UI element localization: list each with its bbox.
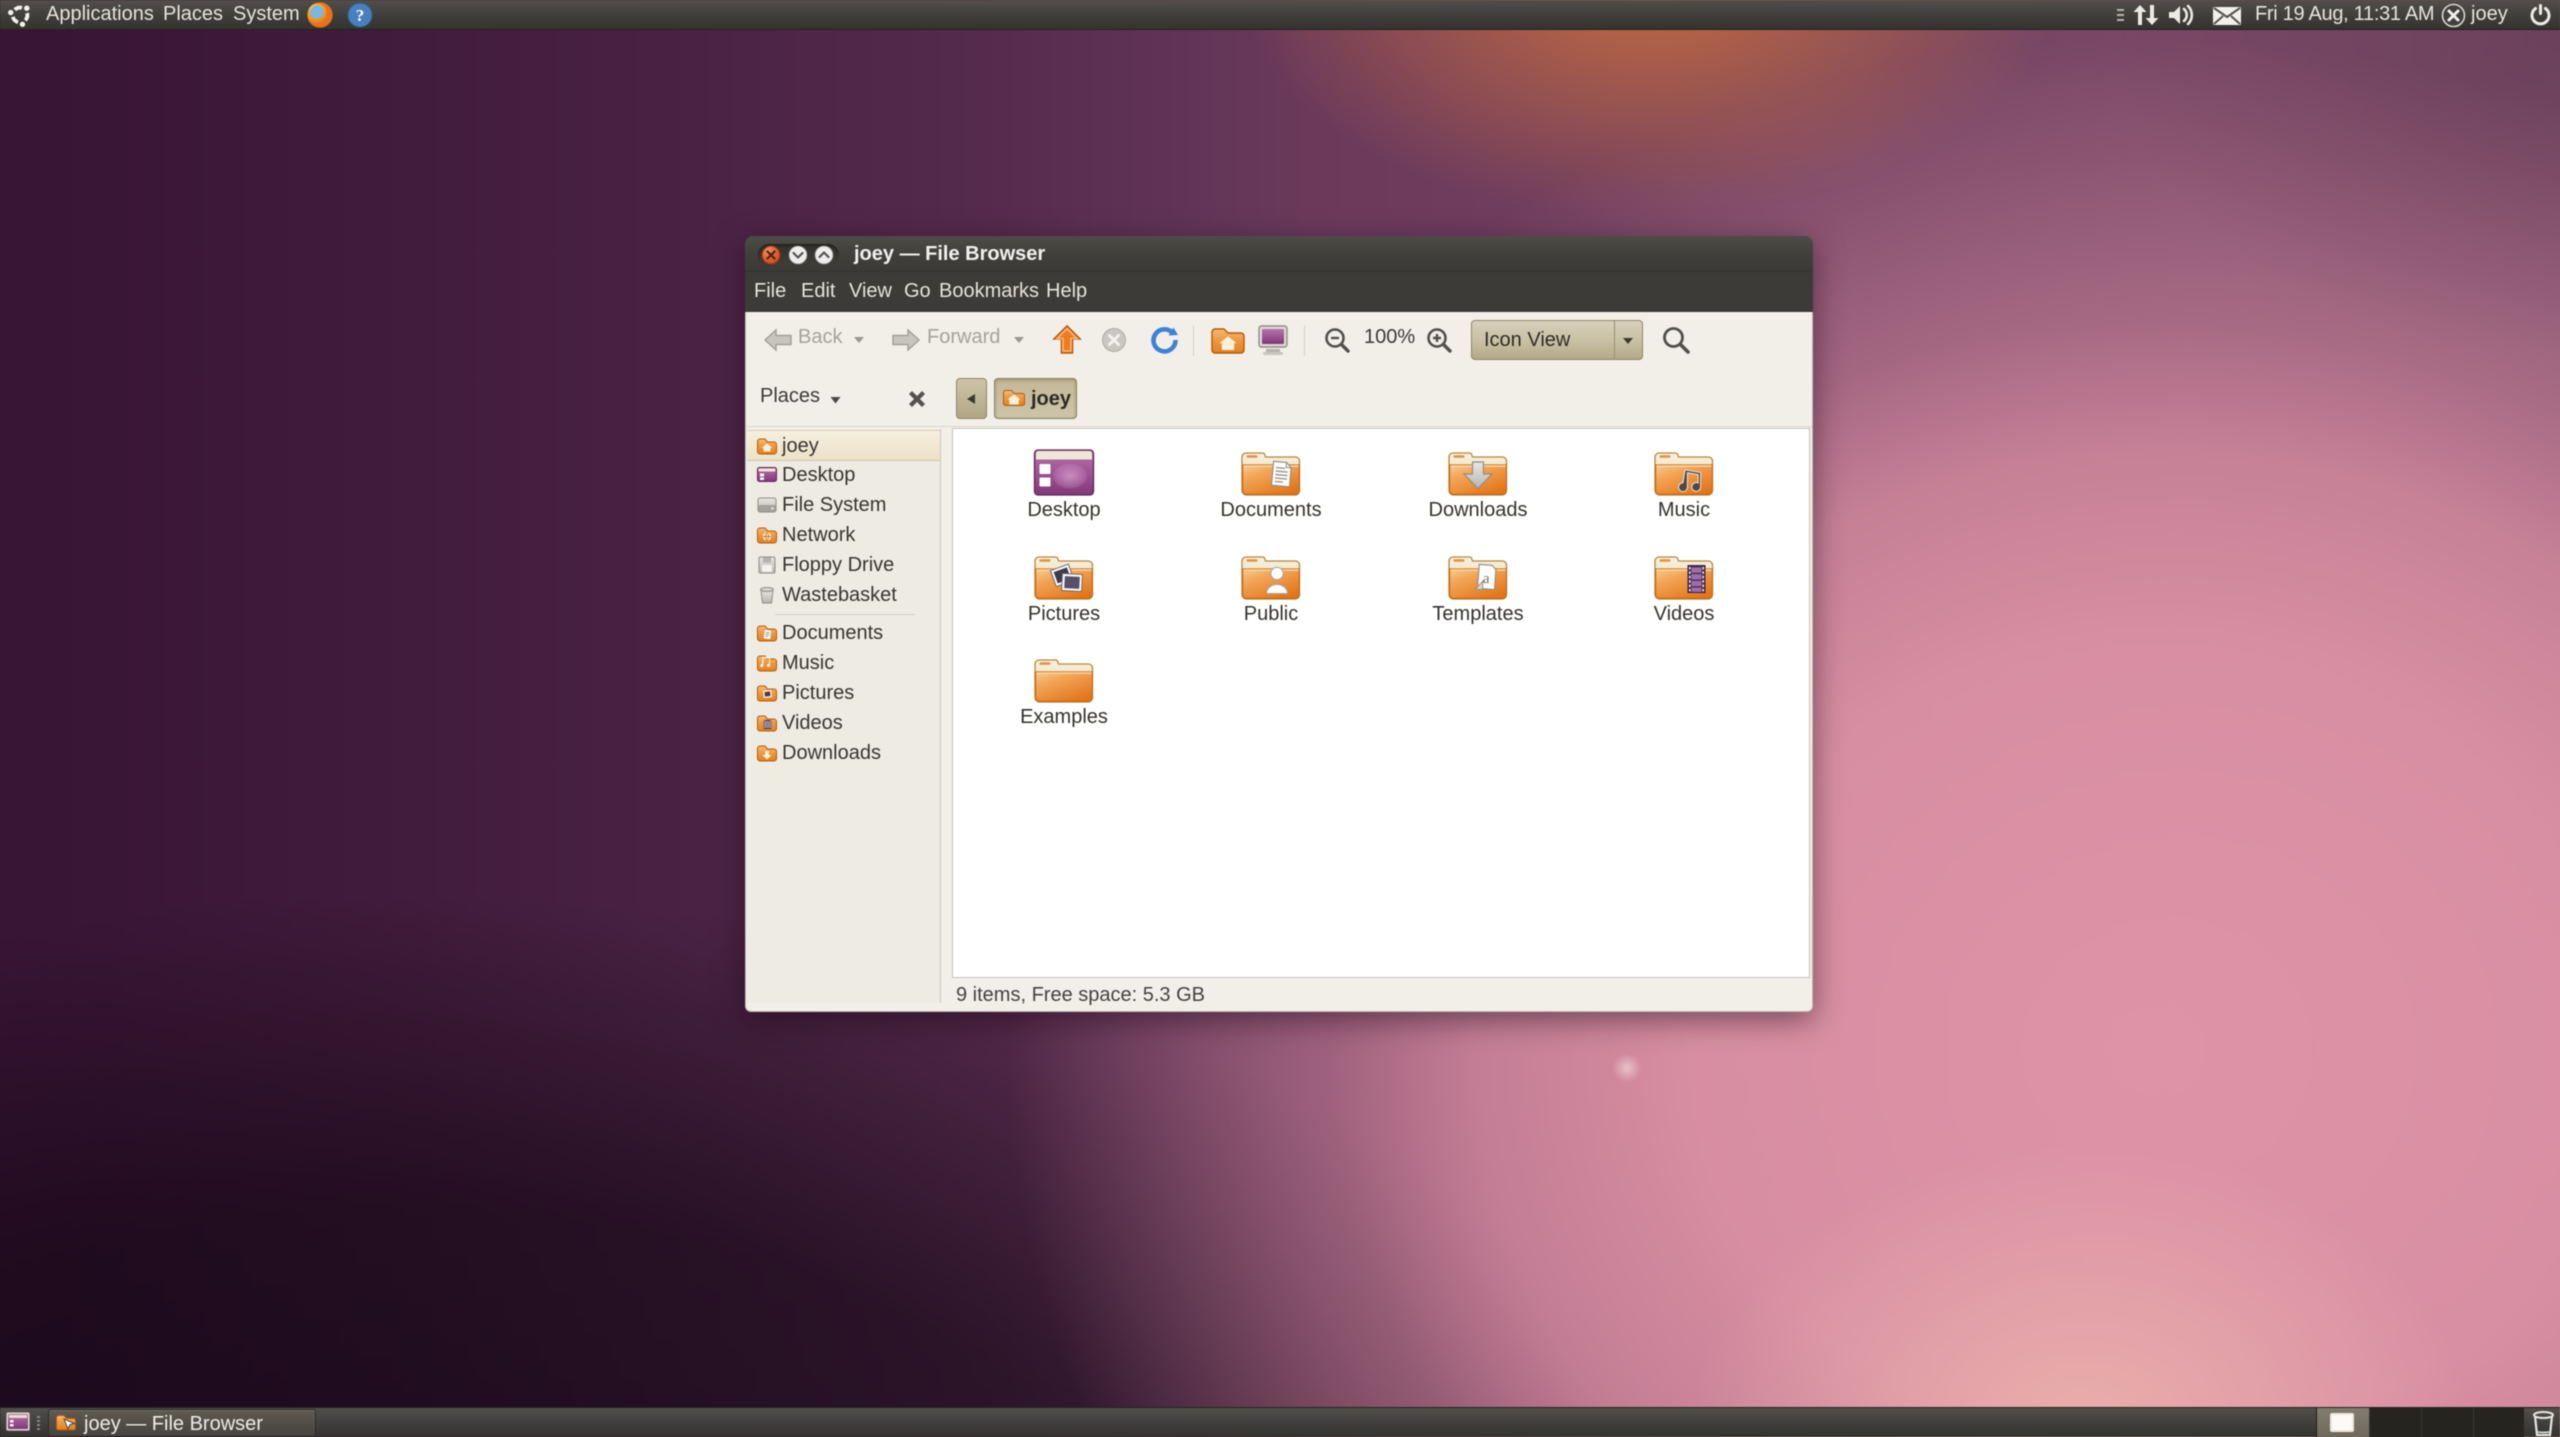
svg-text:?: ? [356,6,365,25]
